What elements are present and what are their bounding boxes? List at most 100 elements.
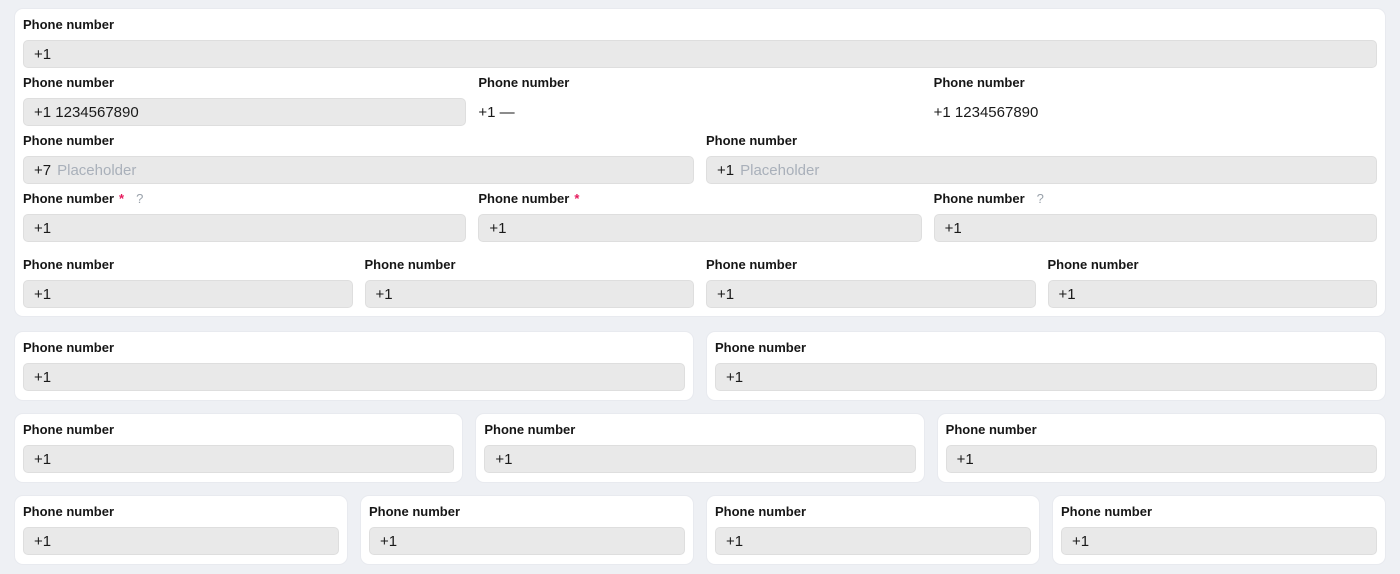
dial-code-value: +1 [34, 533, 51, 550]
phone-number-input[interactable]: +1 [369, 527, 685, 555]
dial-code-value: +1 [945, 220, 962, 237]
phone-field-card: Phone number +1 [706, 331, 1386, 401]
dial-code-value: +1 [380, 533, 397, 550]
phone-field-card: Phone number +1 [937, 413, 1386, 483]
field-label: Phone number [1061, 505, 1152, 518]
field-row: Phone number +7Placeholder Phone number +1P… [23, 134, 1377, 184]
dial-code-value: +1 [957, 451, 974, 468]
field-label: Phone number [1048, 258, 1139, 271]
field-label-row: Phone number [23, 341, 685, 354]
field-label: Phone number [369, 505, 460, 518]
dial-code-value: +1 [34, 46, 51, 63]
field-label-row: Phone number * [478, 192, 921, 205]
phone-number-input[interactable]: +1 [365, 280, 695, 308]
field-label: Phone number [23, 134, 114, 147]
dial-code-value: +7 [34, 162, 51, 179]
card-row: Phone number +1 Phone number +1 [14, 331, 1386, 401]
phone-number-input[interactable]: +1 [23, 280, 353, 308]
dial-code-value: +1 [495, 451, 512, 468]
field-row: Phone number +1 1234567890 Phone number +1 … [23, 76, 1377, 126]
phone-field: Phone number +1 [23, 18, 1377, 68]
field-label-row: Phone number [365, 258, 695, 271]
field-label: Phone number [715, 341, 806, 354]
phone-field: Phone number +1 [715, 505, 1031, 555]
phone-number-input[interactable]: +1 [1061, 527, 1377, 555]
help-icon[interactable]: ? [136, 192, 143, 205]
field-label: Phone number [23, 18, 114, 31]
phone-number-input[interactable]: +1 [715, 363, 1377, 391]
phone-field: Phone number +1 [946, 423, 1377, 473]
field-label-row: Phone number [478, 76, 921, 89]
dial-code-value: +1 [726, 369, 743, 386]
field-label: Phone number [23, 341, 114, 354]
phone-number-input[interactable]: +1 [715, 527, 1031, 555]
card-sections: Phone number+1Phone number+1Phone number… [14, 331, 1386, 574]
field-label: Phone number [23, 76, 114, 89]
dial-code-value: +1 [376, 286, 393, 303]
phone-number-input[interactable]: +1 [23, 214, 466, 242]
field-label-row: Phone number [23, 18, 1377, 31]
phone-field: Phone number +1 [23, 258, 353, 308]
field-label-row: Phone number [1048, 258, 1378, 271]
field-label: Phone number [946, 423, 1037, 436]
phone-number-readonly-value: +1 1234567890 [934, 98, 1377, 126]
field-label-row: Phone number [715, 341, 1377, 354]
phone-field: Phone number +7Placeholder [23, 134, 694, 184]
field-label-row: Phone number*? [23, 192, 466, 205]
phone-field-card: Phone number +1 [1052, 495, 1386, 565]
dial-code-value: +1 1234567890 [34, 104, 139, 121]
field-label: Phone number [23, 505, 114, 518]
field-label-row: Phone number [23, 76, 466, 89]
phone-field-variants-card: Phone number+1Phone number+1 1234567890P… [14, 8, 1386, 317]
field-label-row: Phone number [946, 423, 1377, 436]
field-label-row: Phone number [23, 258, 353, 271]
phone-field: Phone number +1 [369, 505, 685, 555]
phone-number-input[interactable]: +1 1234567890 [23, 98, 466, 126]
phone-number-readonly-value: +1 — [478, 98, 921, 126]
field-label: Phone number [715, 505, 806, 518]
field-label: Phone number [478, 192, 569, 205]
field-label-row: Phone number [23, 134, 694, 147]
phone-number-input[interactable]: +1 [934, 214, 1377, 242]
phone-field: Phone number +1 [484, 423, 915, 473]
phone-field: Phone number +1Placeholder [706, 134, 1377, 184]
card-row: Phone number+1Phone number+1Phone number… [14, 413, 1386, 483]
phone-field: Phone number*? +1 [23, 192, 466, 242]
phone-number-input[interactable]: +1 [23, 40, 1377, 68]
phone-number-input[interactable]: +1 [706, 280, 1036, 308]
phone-field: Phone number * +1 [478, 192, 921, 242]
phone-number-input[interactable]: +1 [946, 445, 1377, 473]
field-label-row: Phone number [706, 134, 1377, 147]
phone-number-input[interactable]: +1 [478, 214, 921, 242]
phone-number-input[interactable]: +1 [23, 445, 454, 473]
dial-code-value: +1 [717, 286, 734, 303]
phone-number-input[interactable]: +1 [484, 445, 915, 473]
field-label: Phone number [365, 258, 456, 271]
phone-field-card: Phone number +1 [14, 495, 348, 565]
field-label: Phone number [478, 76, 569, 89]
field-label-row: Phone number [706, 258, 1036, 271]
required-asterisk: * [574, 192, 579, 205]
field-label: Phone number [934, 76, 1025, 89]
field-label: Phone number [934, 192, 1025, 205]
phone-number-input[interactable]: +1 [23, 363, 685, 391]
phone-number-input[interactable]: +7Placeholder [23, 156, 694, 184]
field-label: Phone number [484, 423, 575, 436]
field-row: Phone number +1 [23, 18, 1377, 68]
card-row: Phone number+1Phone number+1Phone number… [14, 495, 1386, 565]
phone-field: Phone number +1 [1048, 258, 1378, 308]
field-row: Phone number*?+1Phone number*+1Phone num… [23, 192, 1377, 242]
dial-code-value: +1 [34, 286, 51, 303]
phone-field: Phone number +1 [23, 423, 454, 473]
phone-field-card: Phone number +1 [360, 495, 694, 565]
help-icon[interactable]: ? [1037, 192, 1044, 205]
phone-field: Phone number +1 [23, 341, 685, 391]
field-label-row: Phone number? [934, 192, 1377, 205]
phone-number-input[interactable]: +1 [1048, 280, 1378, 308]
phone-number-input[interactable]: +1 [23, 527, 339, 555]
page: Phone number+1Phone number+1 1234567890P… [0, 0, 1400, 574]
field-label-row: Phone number [23, 423, 454, 436]
field-label-row: Phone number [484, 423, 915, 436]
phone-number-input[interactable]: +1Placeholder [706, 156, 1377, 184]
field-label: Phone number [706, 258, 797, 271]
